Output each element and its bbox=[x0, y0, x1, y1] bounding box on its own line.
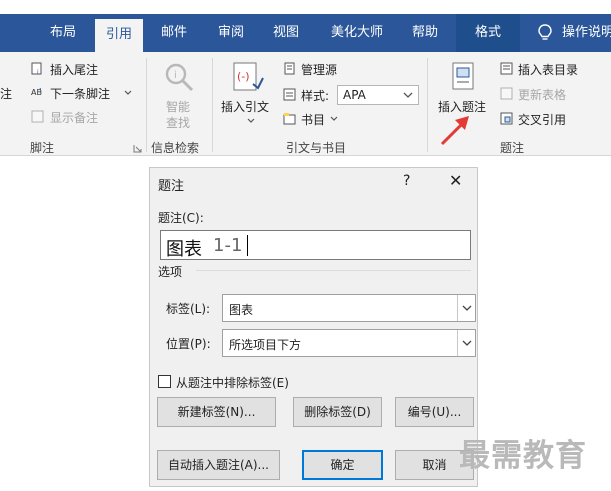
tab-beautify-master[interactable]: 美化大师 bbox=[318, 14, 396, 52]
text-caret bbox=[247, 235, 248, 256]
svg-text:1: 1 bbox=[39, 88, 42, 94]
position-field-label: 位置(P): bbox=[166, 337, 211, 351]
manage-sources-button[interactable]: 管理源 bbox=[301, 61, 337, 78]
citation-style-select[interactable]: APA bbox=[337, 85, 419, 105]
citation-style-icon bbox=[283, 88, 296, 101]
tab-format[interactable]: 格式 bbox=[456, 14, 520, 52]
chevron-down-icon[interactable] bbox=[124, 90, 132, 96]
options-section-label: 选项 bbox=[158, 265, 183, 279]
close-button[interactable]: ✕ bbox=[449, 171, 462, 190]
tab-mailings[interactable]: 邮件 bbox=[150, 14, 198, 52]
group-separator bbox=[146, 58, 147, 152]
citations-group-label: 引文与书目 bbox=[286, 141, 347, 155]
label-select-dropdown[interactable] bbox=[457, 295, 475, 321]
group-separator bbox=[212, 58, 213, 152]
help-button[interactable]: ? bbox=[403, 173, 410, 189]
ribbon-tab-bar: 布局 引用 邮件 审阅 视图 美化大师 帮助 格式 操作说明 bbox=[0, 14, 611, 52]
tab-help[interactable]: 帮助 bbox=[402, 14, 448, 52]
bibliography-icon bbox=[283, 113, 296, 125]
endnote-icon: i bbox=[31, 62, 42, 75]
exclude-label-checkbox[interactable] bbox=[158, 375, 171, 388]
table-of-figures-icon bbox=[500, 62, 513, 75]
update-table-icon bbox=[500, 87, 513, 100]
exclude-label-text[interactable]: 从题注中排除标签(E) bbox=[176, 374, 289, 391]
cross-reference-icon bbox=[500, 112, 513, 125]
tab-layout[interactable]: 布局 bbox=[38, 14, 88, 52]
smart-lookup-label-line1[interactable]: 智能 bbox=[166, 98, 190, 115]
label-select-value: 图表 bbox=[229, 303, 254, 317]
watermark: 最需教育 bbox=[459, 438, 587, 474]
dialog-launcher-icon[interactable] bbox=[133, 144, 142, 153]
update-table-button[interactable]: 更新表格 bbox=[518, 86, 566, 103]
caption-dialog: 题注 ? ✕ 题注(C): 图表 1-1 选项 标签(L): 图表 位置(P):… bbox=[149, 167, 478, 487]
group-separator bbox=[427, 58, 428, 152]
tab-review[interactable]: 审阅 bbox=[207, 14, 255, 52]
research-group-label: 信息检索 bbox=[151, 141, 200, 155]
chevron-down-icon[interactable] bbox=[330, 116, 338, 122]
autocaption-button[interactable]: 自动插入题注(A)... bbox=[157, 450, 280, 480]
svg-text:(-): (-) bbox=[237, 70, 250, 83]
caption-number-text: 1-1 bbox=[213, 235, 243, 256]
show-notes-icon bbox=[31, 110, 44, 123]
svg-text:i: i bbox=[174, 70, 177, 81]
show-notes-button[interactable]: 显示备注 bbox=[50, 109, 98, 126]
chevron-down-icon[interactable] bbox=[247, 118, 255, 124]
label-field-label: 标签(L): bbox=[166, 302, 211, 316]
options-divider bbox=[196, 270, 471, 271]
position-select-value: 所选项目下方 bbox=[229, 338, 302, 352]
citation-style-label: 样式: bbox=[301, 89, 330, 103]
insert-caption-icon bbox=[452, 62, 474, 90]
chevron-down-icon[interactable] bbox=[402, 89, 414, 101]
smart-lookup-icon: i bbox=[165, 63, 194, 92]
insert-table-of-figures-button[interactable]: 插入表目录 bbox=[518, 61, 578, 78]
tab-references[interactable]: 引用 bbox=[95, 19, 143, 52]
footnotes-group-label: 脚注 bbox=[30, 141, 55, 155]
chevron-down-icon bbox=[462, 340, 472, 346]
insert-footnote-label-cut[interactable]: 注 bbox=[0, 85, 12, 102]
bibliography-button[interactable]: 书目 bbox=[301, 111, 325, 128]
insert-endnote-button[interactable]: 插入尾注 bbox=[50, 61, 98, 78]
dialog-title: 题注 bbox=[158, 179, 185, 194]
lightbulb-icon[interactable] bbox=[538, 24, 552, 42]
tab-view[interactable]: 视图 bbox=[262, 14, 310, 52]
next-footnote-icon: AB1 bbox=[31, 88, 42, 97]
next-footnote-button[interactable]: 下一条脚注 bbox=[50, 85, 110, 102]
tell-me-search[interactable]: 操作说明 bbox=[562, 14, 611, 52]
insert-citation-button[interactable]: 插入引文 bbox=[221, 98, 269, 115]
pointer-arrow-icon bbox=[440, 116, 469, 146]
insert-citation-icon: (-) bbox=[233, 62, 264, 91]
position-select-dropdown[interactable] bbox=[457, 330, 475, 356]
caption-field-label: 题注(C): bbox=[158, 211, 204, 225]
position-select[interactable]: 所选项目下方 bbox=[222, 329, 476, 357]
label-select[interactable]: 图表 bbox=[222, 294, 476, 322]
new-label-button[interactable]: 新建标签(N)... bbox=[157, 397, 276, 427]
cross-reference-button[interactable]: 交叉引用 bbox=[518, 111, 566, 128]
chevron-down-icon bbox=[462, 305, 472, 311]
delete-label-button[interactable]: 删除标签(D) bbox=[293, 397, 382, 427]
captions-group-label: 题注 bbox=[500, 141, 525, 155]
manage-sources-icon bbox=[284, 62, 295, 75]
citation-style-value: APA bbox=[343, 88, 366, 102]
numbering-button[interactable]: 编号(U)... bbox=[395, 397, 474, 427]
ribbon-panel: i 插入尾注 注 AB 1 下一条脚注 显示备注 脚注 i 智能 查找 信息检索 … bbox=[0, 52, 611, 156]
caption-text-input[interactable]: 图表 1-1 bbox=[160, 230, 471, 260]
ok-button[interactable]: 确定 bbox=[302, 450, 383, 480]
smart-lookup-label-line2[interactable]: 查找 bbox=[166, 114, 190, 131]
caption-fixed-text: 图表 bbox=[166, 239, 202, 260]
